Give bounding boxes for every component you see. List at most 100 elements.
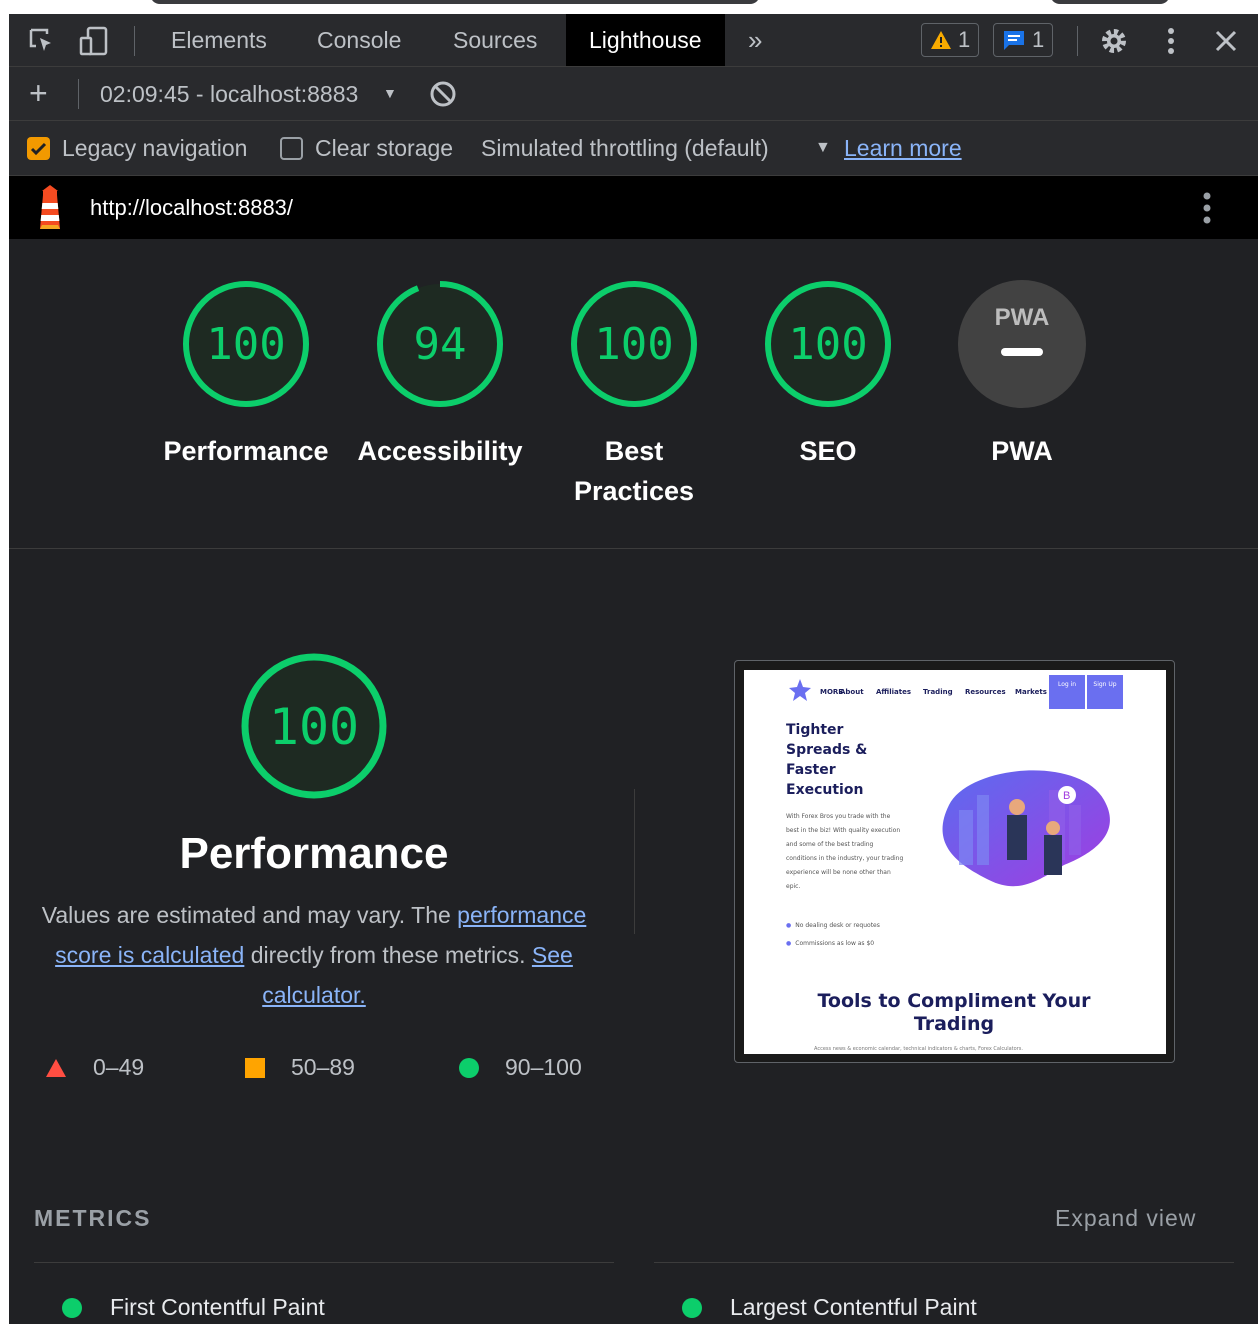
devtools-tabbar: Elements Console Sources Lighthouse » 1 … bbox=[9, 14, 1258, 67]
learn-more-link[interactable]: Learn more bbox=[844, 135, 962, 162]
desc-text: directly from these metrics. bbox=[250, 942, 526, 968]
message-icon bbox=[1004, 31, 1024, 50]
pwa-badge: PWA bbox=[958, 280, 1086, 408]
site-bullet: No dealing desk or requotes bbox=[786, 922, 880, 929]
device-toolbar-icon[interactable] bbox=[79, 26, 109, 56]
tab-sources[interactable]: Sources bbox=[430, 14, 560, 66]
performance-score-gauge: 100 bbox=[241, 653, 387, 799]
score-ring: 94 bbox=[377, 281, 503, 407]
report-url-bar: http://localhost:8883/ bbox=[9, 176, 1258, 239]
score-ring: 100 bbox=[183, 281, 309, 407]
gauge-best-practices[interactable]: 100 Best Practices bbox=[544, 279, 724, 511]
site-nav-item: Affiliates bbox=[876, 688, 912, 696]
site-login-button: Log in bbox=[1049, 675, 1085, 709]
score-value: 100 bbox=[206, 319, 285, 370]
score-value: 94 bbox=[414, 319, 467, 370]
lighthouse-logo-icon bbox=[33, 183, 67, 236]
performance-description: Values are estimated and may vary. The p… bbox=[29, 895, 599, 1015]
throttling-label: Simulated throttling (default) bbox=[481, 135, 769, 161]
gauge-pwa[interactable]: PWA PWA bbox=[932, 279, 1112, 471]
site-nav-item: Markets bbox=[1015, 688, 1047, 696]
browser-top-edge bbox=[0, 0, 1258, 14]
legend-fail: 0–49 bbox=[45, 1054, 144, 1081]
warnings-count: 1 bbox=[958, 27, 971, 52]
hero-illustration: B bbox=[942, 770, 1110, 887]
browser-left-edge bbox=[0, 0, 9, 1324]
performance-section: 100 Performance Values are estimated and… bbox=[9, 549, 1258, 1169]
metrics-heading: METRICS bbox=[34, 1205, 152, 1231]
lighthouse-settings: Legacy navigation Clear storage Simulate… bbox=[9, 121, 1258, 176]
messages-badge[interactable]: 1 bbox=[993, 23, 1054, 57]
score-value: 100 bbox=[594, 319, 673, 370]
site-nav-item: About bbox=[840, 688, 864, 696]
category-gauges: 100 Performance 94 Accessibility 100 Bes… bbox=[9, 239, 1258, 549]
metric-label: First Contentful Paint bbox=[110, 1294, 325, 1320]
score-ring: 100 bbox=[571, 281, 697, 407]
site-headline: Tighter Spreads & Faster Execution bbox=[786, 722, 868, 798]
site-footer-text: Access news & economic calendar, technic… bbox=[814, 1046, 1023, 1052]
throttling-dropdown-icon[interactable]: ▼ bbox=[815, 139, 831, 157]
site-logo-icon bbox=[789, 679, 811, 701]
report-toolbar: + 02:09:45 - localhost:8883 ▼ bbox=[9, 67, 1258, 121]
legend-label: 50–89 bbox=[291, 1054, 355, 1080]
pass-circle-icon bbox=[682, 1297, 702, 1318]
site-bullet: Commissions as low as $0 bbox=[786, 940, 874, 947]
new-report-button[interactable]: + bbox=[29, 77, 48, 109]
clear-storage-checkbox[interactable] bbox=[280, 137, 303, 160]
chevron-down-icon[interactable]: ▼ bbox=[383, 85, 397, 101]
gauge-accessibility[interactable]: 94 Accessibility bbox=[350, 279, 530, 471]
tab-console[interactable]: Console bbox=[294, 14, 424, 66]
clear-storage-label[interactable]: Clear storage bbox=[315, 135, 453, 162]
site-nav-item: Resources bbox=[965, 688, 1006, 696]
tab-lighthouse[interactable]: Lighthouse bbox=[566, 14, 725, 66]
gauge-seo[interactable]: 100 SEO bbox=[738, 279, 918, 471]
site-body-text: With Forex Bros you trade with the best … bbox=[786, 813, 904, 890]
svg-text:B: B bbox=[1063, 790, 1070, 802]
settings-gear-icon[interactable] bbox=[1099, 26, 1129, 56]
warnings-badge[interactable]: 1 bbox=[921, 23, 980, 57]
metric-first-contentful-paint: First Contentful Paint bbox=[62, 1294, 325, 1321]
pwa-text: PWA bbox=[995, 304, 1050, 331]
gauge-label: Accessibility bbox=[357, 436, 523, 466]
score-value: 100 bbox=[788, 319, 867, 370]
gauge-label: SEO bbox=[799, 436, 857, 466]
report-url: http://localhost:8883/ bbox=[90, 195, 294, 220]
performance-title: Performance bbox=[179, 829, 449, 878]
score-ring: 100 bbox=[765, 281, 891, 407]
metric-label: Largest Contentful Paint bbox=[730, 1294, 977, 1320]
more-options-icon[interactable] bbox=[1156, 26, 1186, 56]
site-nav-item: Trading bbox=[923, 688, 953, 696]
legacy-navigation-label[interactable]: Legacy navigation bbox=[62, 135, 247, 162]
fail-triangle-icon bbox=[46, 1058, 66, 1077]
gauge-performance[interactable]: 100 Performance bbox=[156, 279, 336, 471]
gauge-label: Performance bbox=[163, 436, 329, 466]
inspect-element-icon[interactable] bbox=[27, 26, 57, 56]
report-selector[interactable]: 02:09:45 - localhost:8883 bbox=[100, 81, 358, 108]
performance-score: 100 bbox=[269, 698, 359, 756]
legend-label: 90–100 bbox=[505, 1054, 582, 1080]
more-tabs-button[interactable]: » bbox=[725, 14, 785, 66]
pass-circle-icon bbox=[459, 1057, 479, 1078]
metric-largest-contentful-paint: Largest Contentful Paint bbox=[682, 1294, 977, 1321]
close-icon[interactable] bbox=[1211, 26, 1241, 56]
screenshot-page: MORE About Affiliates Trading Resources … bbox=[744, 670, 1166, 1054]
site-signup-button: Sign Up bbox=[1087, 675, 1123, 709]
expand-view-toggle[interactable]: Expand view bbox=[1055, 1205, 1196, 1232]
legend-average: 50–89 bbox=[245, 1054, 355, 1081]
final-screenshot[interactable]: MORE About Affiliates Trading Resources … bbox=[734, 660, 1175, 1063]
site-section-title: Tools to Compliment Your Trading bbox=[817, 990, 1091, 1035]
report-menu-icon[interactable] bbox=[1199, 191, 1215, 225]
gauge-label: Best Practices bbox=[573, 436, 695, 506]
devtools-window: Elements Console Sources Lighthouse » 1 … bbox=[0, 0, 1258, 1324]
average-square-icon bbox=[245, 1057, 265, 1078]
tab-elements[interactable]: Elements bbox=[148, 14, 290, 66]
messages-count: 1 bbox=[1032, 27, 1045, 52]
legacy-navigation-checkbox[interactable] bbox=[27, 137, 50, 160]
clear-reports-icon[interactable] bbox=[429, 80, 457, 108]
warning-icon bbox=[931, 31, 951, 49]
gauge-label: PWA bbox=[991, 436, 1053, 466]
legend-label: 0–49 bbox=[93, 1054, 145, 1080]
legend-pass: 90–100 bbox=[459, 1054, 582, 1081]
desc-text: Values are estimated and may vary. The bbox=[41, 902, 451, 928]
pass-circle-icon bbox=[62, 1297, 82, 1318]
